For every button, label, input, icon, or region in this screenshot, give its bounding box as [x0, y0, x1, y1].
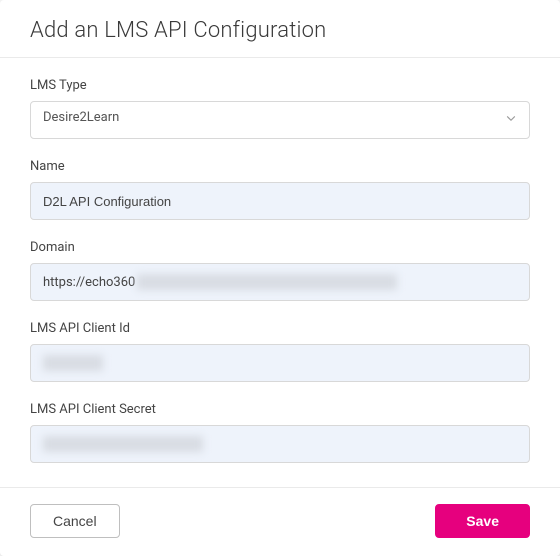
lms-type-label: LMS Type — [30, 78, 530, 93]
field-client-secret: LMS API Client Secret — [30, 402, 530, 463]
name-label: Name — [30, 159, 530, 174]
client-secret-label: LMS API Client Secret — [30, 402, 530, 417]
redacted-block — [43, 436, 203, 452]
redacted-block — [137, 274, 397, 290]
client-id-label: LMS API Client Id — [30, 321, 530, 336]
modal-body: LMS Type Desire2Learn Name Domain https:… — [0, 58, 560, 487]
domain-input[interactable]: https://echo360 — [30, 263, 530, 301]
name-input[interactable] — [30, 182, 530, 220]
domain-label: Domain — [30, 240, 530, 255]
client-secret-input[interactable] — [30, 425, 530, 463]
modal-title: Add an LMS API Configuration — [30, 18, 530, 43]
cancel-button[interactable]: Cancel — [30, 504, 120, 538]
lms-type-select[interactable]: Desire2Learn — [30, 101, 530, 139]
field-name: Name — [30, 159, 530, 220]
field-client-id: LMS API Client Id — [30, 321, 530, 382]
save-button[interactable]: Save — [435, 504, 530, 538]
modal-header: Add an LMS API Configuration — [0, 0, 560, 58]
field-lms-type: LMS Type Desire2Learn — [30, 78, 530, 139]
lms-api-config-modal: Add an LMS API Configuration LMS Type De… — [0, 0, 560, 556]
domain-value-visible: https://echo360 — [43, 275, 135, 290]
client-id-input[interactable] — [30, 344, 530, 382]
field-domain: Domain https://echo360 — [30, 240, 530, 301]
lms-type-select-wrapper: Desire2Learn — [30, 101, 530, 139]
redacted-block — [43, 355, 103, 371]
